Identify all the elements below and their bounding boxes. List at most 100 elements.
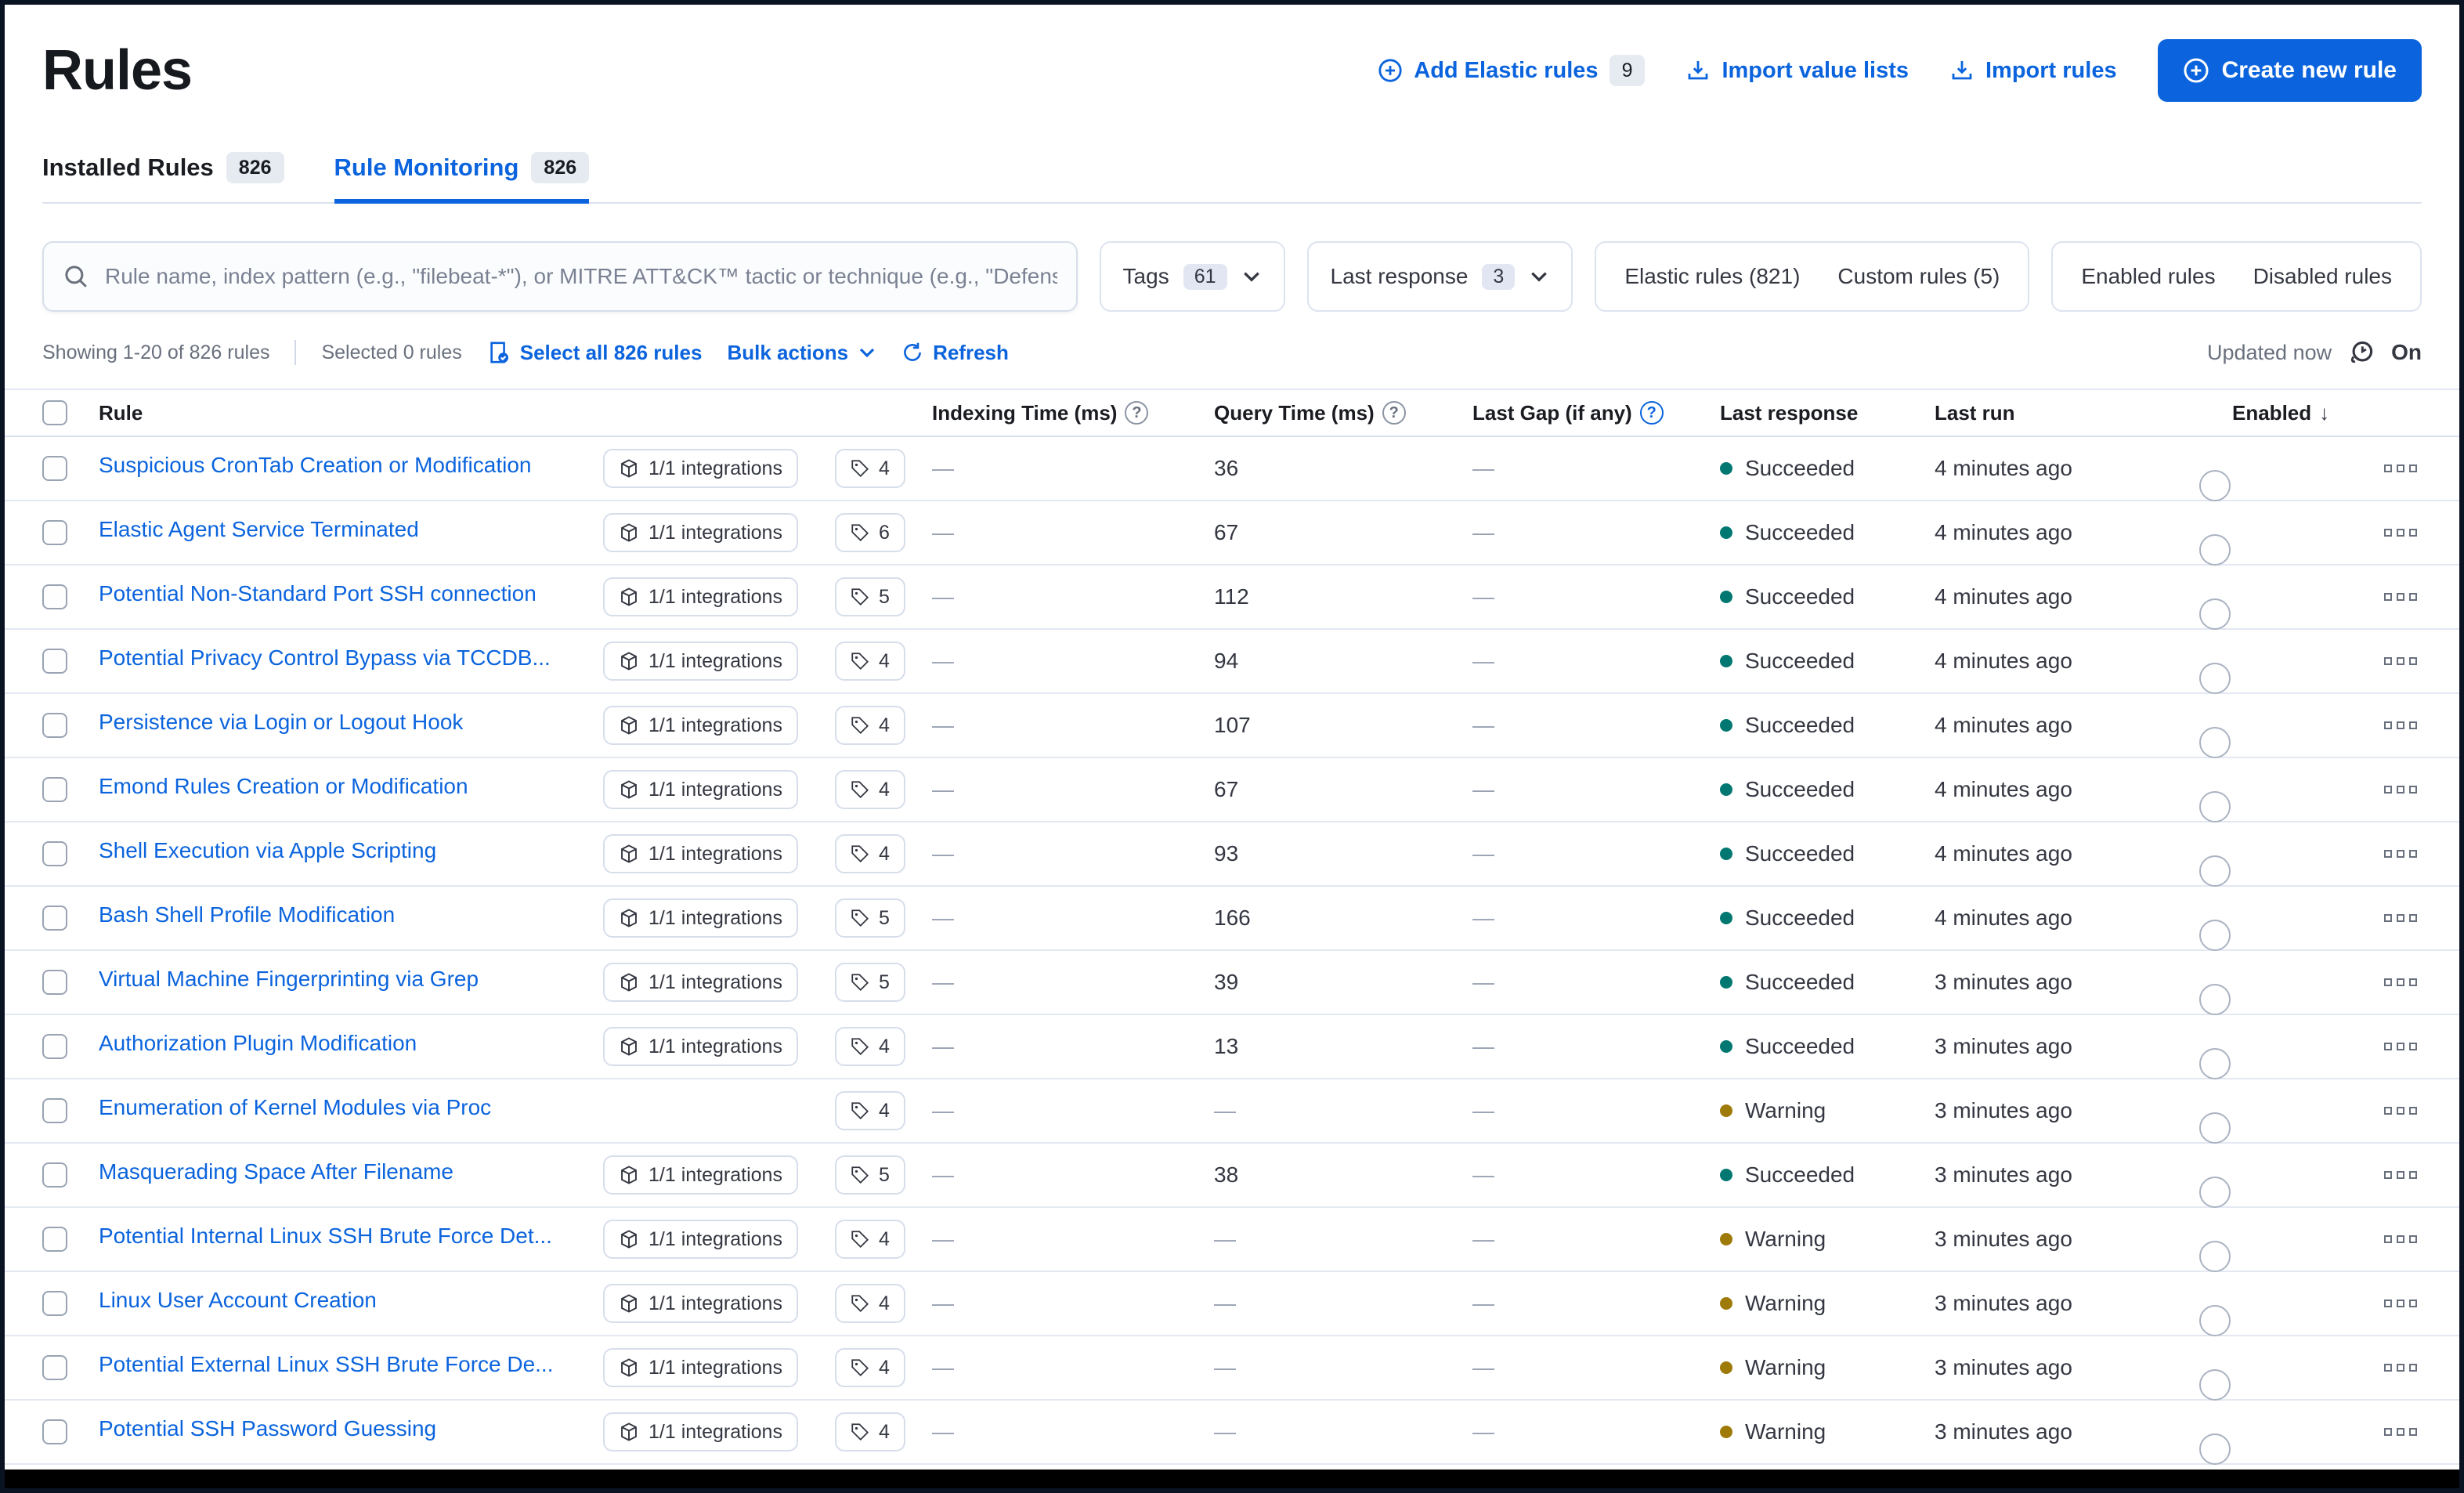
integrations-badge[interactable]: 1/1 integrations [603,1155,798,1195]
select-all-rules-button[interactable]: Select all 826 rules [487,341,702,365]
row-checkbox[interactable] [42,906,67,931]
tags-badge[interactable]: 4 [835,706,905,745]
import-rules-button[interactable]: Import rules [1949,58,2117,84]
row-actions-menu-button[interactable] [2384,1235,2459,1243]
tags-badge[interactable]: 6 [835,513,905,552]
row-checkbox[interactable] [42,1419,67,1444]
integrations-badge[interactable]: 1/1 integrations [603,963,798,1002]
row-actions-menu-button[interactable] [2384,529,2459,537]
integrations-badge[interactable]: 1/1 integrations [603,898,798,938]
tags-badge[interactable]: 5 [835,963,905,1002]
row-checkbox[interactable] [42,456,67,481]
row-actions-menu-button[interactable] [2384,1428,2459,1436]
row-actions-menu-button[interactable] [2384,786,2459,793]
row-actions-menu-button[interactable] [2384,1043,2459,1050]
tags-badge[interactable]: 4 [835,1412,905,1451]
tags-badge[interactable]: 5 [835,898,905,938]
rule-name-link[interactable]: Emond Rules Creation or Modification [99,774,468,799]
row-checkbox[interactable] [42,970,67,995]
rule-name-link[interactable]: Virtual Machine Fingerprinting via Grep [99,967,479,992]
column-rule[interactable]: Rule [99,401,603,425]
bulk-actions-button[interactable]: Bulk actions [727,341,876,365]
rule-name-link[interactable]: Elastic Agent Service Terminated [99,517,419,542]
custom-rules-filter[interactable]: Custom rules (5) [1819,264,2018,289]
rule-name-link[interactable]: Suspicious CronTab Creation or Modificat… [99,453,532,478]
integrations-badge[interactable]: 1/1 integrations [603,1348,798,1387]
tags-badge[interactable]: 4 [835,1091,905,1130]
rule-name-link[interactable]: Masquerading Space After Filename [99,1159,453,1184]
row-checkbox[interactable] [42,777,67,802]
integrations-badge[interactable]: 1/1 integrations [603,770,798,809]
rule-name-link[interactable]: Persistence via Login or Logout Hook [99,710,463,735]
row-checkbox[interactable] [42,1355,67,1380]
integrations-badge[interactable]: 1/1 integrations [603,1220,798,1259]
integrations-badge[interactable]: 1/1 integrations [603,1027,798,1066]
help-icon[interactable]: ? [1125,401,1149,425]
tags-badge[interactable]: 4 [835,770,905,809]
tab-rule-monitoring[interactable]: Rule Monitoring 826 [334,152,590,204]
integrations-badge[interactable]: 1/1 integrations [603,1284,798,1323]
row-actions-menu-button[interactable] [2384,721,2459,729]
row-checkbox[interactable] [42,1098,67,1123]
elastic-rules-filter[interactable]: Elastic rules (821) [1606,264,1819,289]
rule-name-link[interactable]: Potential Privacy Control Bypass via TCC… [99,645,551,671]
rule-name-link[interactable]: Bash Shell Profile Modification [99,902,395,927]
integrations-badge[interactable]: 1/1 integrations [603,706,798,745]
row-actions-menu-button[interactable] [2384,465,2459,472]
row-actions-menu-button[interactable] [2384,1107,2459,1115]
tags-badge[interactable]: 4 [835,1027,905,1066]
tags-badge[interactable]: 4 [835,642,905,681]
column-enabled[interactable]: Enabled ↓ [2232,401,2384,425]
integrations-badge[interactable]: 1/1 integrations [603,513,798,552]
column-query-time[interactable]: Query Time (ms) ? [1214,401,1472,425]
integrations-badge[interactable]: 1/1 integrations [603,642,798,681]
tags-badge[interactable]: 5 [835,1155,905,1195]
row-actions-menu-button[interactable] [2384,1300,2459,1307]
row-actions-menu-button[interactable] [2384,914,2459,922]
row-checkbox[interactable] [42,584,67,609]
row-actions-menu-button[interactable] [2384,593,2459,601]
rule-search-input[interactable] [105,264,1057,289]
tags-badge[interactable]: 4 [835,1284,905,1323]
rule-name-link[interactable]: Shell Execution via Apple Scripting [99,838,436,863]
enabled-rules-filter[interactable]: Enabled rules [2062,264,2234,289]
import-value-lists-button[interactable]: Import value lists [1685,58,1909,84]
add-elastic-rules-button[interactable]: Add Elastic rules 9 [1378,55,1646,86]
disabled-rules-filter[interactable]: Disabled rules [2235,264,2411,289]
rule-name-link[interactable]: Enumeration of Kernel Modules via Proc [99,1095,491,1120]
row-actions-menu-button[interactable] [2384,657,2459,665]
row-checkbox[interactable] [42,1227,67,1252]
rule-search-box[interactable] [42,241,1078,312]
select-all-checkbox[interactable] [42,400,67,425]
rule-name-link[interactable]: Potential Internal Linux SSH Brute Force… [99,1224,552,1249]
row-actions-menu-button[interactable] [2384,1171,2459,1179]
row-actions-menu-button[interactable] [2384,850,2459,858]
row-checkbox[interactable] [42,1291,67,1316]
row-checkbox[interactable] [42,649,67,674]
refresh-button[interactable]: Refresh [901,341,1009,365]
column-last-run[interactable]: Last run [1935,401,2232,425]
tags-badge[interactable]: 4 [835,1348,905,1387]
tags-badge[interactable]: 4 [835,1220,905,1259]
row-checkbox[interactable] [42,841,67,866]
row-checkbox[interactable] [42,520,67,545]
row-checkbox[interactable] [42,713,67,738]
tags-badge[interactable]: 4 [835,834,905,873]
last-response-filter-button[interactable]: Last response 3 [1306,241,1573,312]
auto-refresh-clock-icon[interactable] [2347,338,2375,367]
help-icon[interactable]: ? [1382,401,1406,425]
rule-name-link[interactable]: Potential SSH Password Guessing [99,1416,436,1441]
tags-filter-button[interactable]: Tags 61 [1099,241,1285,312]
column-last-gap[interactable]: Last Gap (if any) ? [1472,401,1720,425]
row-actions-menu-button[interactable] [2384,1364,2459,1372]
integrations-badge[interactable]: 1/1 integrations [603,449,798,488]
rule-name-link[interactable]: Potential External Linux SSH Brute Force… [99,1352,554,1377]
tags-badge[interactable]: 5 [835,577,905,616]
integrations-badge[interactable]: 1/1 integrations [603,1412,798,1451]
create-new-rule-button[interactable]: Create new rule [2157,39,2422,102]
help-icon[interactable]: ? [1639,401,1664,425]
integrations-badge[interactable]: 1/1 integrations [603,577,798,616]
integrations-badge[interactable]: 1/1 integrations [603,834,798,873]
rule-name-link[interactable]: Potential Non-Standard Port SSH connecti… [99,581,537,606]
rule-name-link[interactable]: Authorization Plugin Modification [99,1031,417,1056]
